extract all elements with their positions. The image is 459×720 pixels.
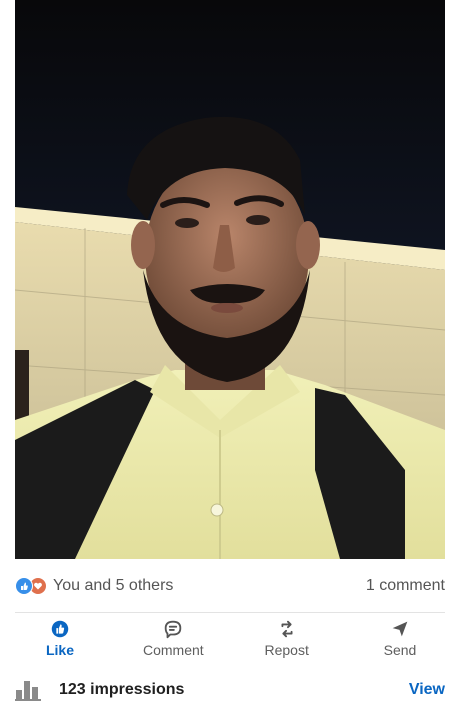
- comments-count-link[interactable]: 1 comment: [366, 577, 445, 595]
- impressions-count: 123 impressions: [59, 681, 185, 698]
- comment-label: Comment: [142, 642, 204, 658]
- thumbs-up-icon: [51, 620, 69, 638]
- reaction-icons: [15, 576, 49, 596]
- bar-chart-icon: [15, 681, 41, 701]
- comment-button[interactable]: Comment: [128, 618, 218, 662]
- comment-icon: [165, 620, 182, 639]
- impressions-bar: 123 impressions View: [15, 675, 445, 705]
- send-icon: [392, 621, 408, 637]
- like-label: Like: [45, 642, 74, 658]
- repost-label: Repost: [264, 642, 309, 658]
- view-analytics-link[interactable]: View: [409, 681, 445, 699]
- social-counts-bar: You and 5 others 1 comment: [15, 572, 445, 600]
- like-icon: [15, 577, 33, 595]
- divider: [15, 612, 445, 613]
- impressions-summary: 123 impressions: [15, 679, 184, 701]
- send-button[interactable]: Send: [355, 618, 445, 662]
- post-photo[interactable]: [15, 0, 445, 559]
- reactions-count-text: You and 5 others: [53, 577, 174, 594]
- selfie-photo: [15, 0, 445, 559]
- like-button[interactable]: Like: [15, 618, 105, 662]
- reactions-summary[interactable]: You and 5 others: [15, 576, 173, 596]
- repost-icon: [281, 620, 293, 638]
- send-label: Send: [383, 642, 417, 658]
- post-action-bar: Like Comment Repost Send: [15, 618, 445, 662]
- repost-button[interactable]: Repost: [242, 618, 332, 662]
